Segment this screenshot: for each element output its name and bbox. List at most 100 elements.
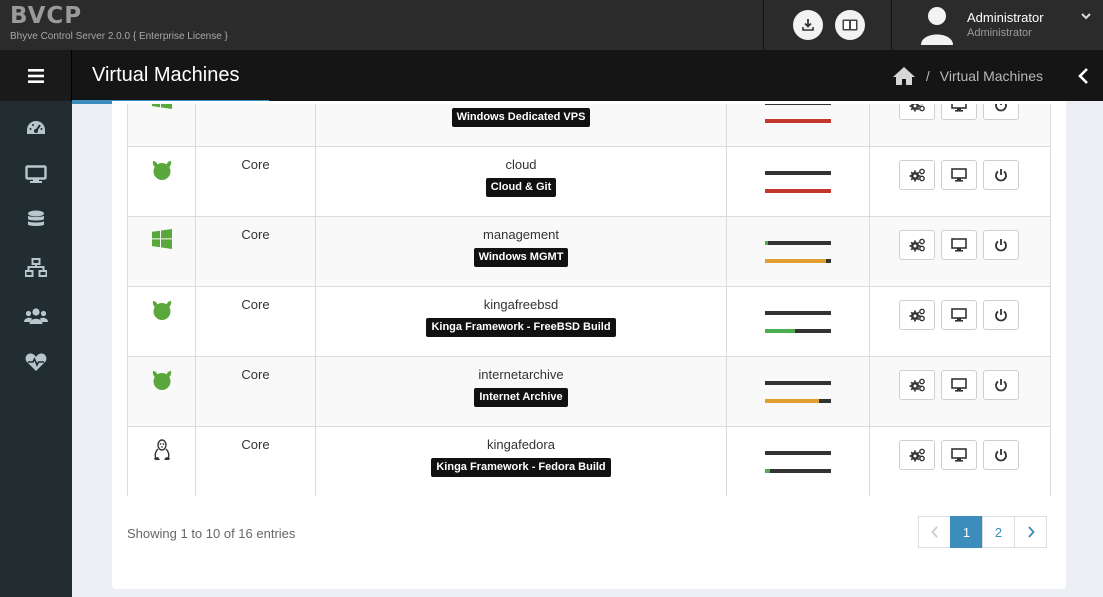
os-cell xyxy=(127,104,196,147)
avatar xyxy=(919,5,955,45)
memory-usage-bar xyxy=(765,189,831,193)
vm-description-badge: Kinga Framework - Fedora Build xyxy=(431,458,611,477)
memory-usage-bar xyxy=(765,259,831,263)
memory-usage-bar xyxy=(765,329,831,333)
settings-icon xyxy=(909,308,925,322)
os-cell xyxy=(127,356,196,427)
chevron-left-icon xyxy=(930,526,938,538)
table-row[interactable]: Core management Windows MGMT xyxy=(127,216,1051,287)
vm-settings-button[interactable] xyxy=(899,104,935,120)
vm-power-button[interactable] xyxy=(983,104,1019,120)
sidebar xyxy=(0,101,72,597)
hamburger-icon xyxy=(27,68,44,83)
download-button[interactable] xyxy=(792,10,823,40)
user-avatar-icon xyxy=(921,7,953,45)
sidebar-item-health[interactable] xyxy=(0,339,72,385)
vm-usage-cell xyxy=(726,146,870,217)
vm-name[interactable]: kingafedora xyxy=(316,437,726,452)
vm-table-viewport[interactable]: Windows Dedicated VPS Core cloud Cloud & Gi… xyxy=(112,104,1066,496)
power-icon xyxy=(995,169,1007,182)
vm-actions xyxy=(899,370,1050,400)
user-menu[interactable]: Administrator Administrator xyxy=(893,0,1103,50)
memory-usage-bar xyxy=(765,119,831,123)
vm-type: Core xyxy=(195,146,316,217)
heartbeat-icon xyxy=(25,353,47,371)
vm-console-button[interactable] xyxy=(941,300,977,330)
vm-settings-button[interactable] xyxy=(899,160,935,190)
vm-actions-cell xyxy=(869,286,1051,357)
vm-usage-cell xyxy=(726,426,870,496)
vm-name-cell: Windows Dedicated VPS xyxy=(315,104,727,147)
vm-table: Windows Dedicated VPS Core cloud Cloud & Gi… xyxy=(127,104,1051,496)
database-icon xyxy=(28,210,44,226)
vm-power-button[interactable] xyxy=(983,160,1019,190)
freebsd-icon xyxy=(152,371,171,390)
breadcrumb-separator: / xyxy=(925,67,930,84)
vm-console-button[interactable] xyxy=(941,440,977,470)
vm-console-button[interactable] xyxy=(941,230,977,260)
cpu-usage-bar xyxy=(765,171,831,175)
vm-name-cell: kingafreebsd Kinga Framework - FreeBSD Bu… xyxy=(315,286,727,357)
table-row[interactable]: Windows Dedicated VPS xyxy=(127,104,1051,147)
memory-usage-bar-fill xyxy=(765,399,820,403)
pagination-page-2[interactable]: 2 xyxy=(982,516,1015,548)
vm-power-button[interactable] xyxy=(983,230,1019,260)
language-button[interactable] xyxy=(834,10,865,40)
breadcrumb: / Virtual Machines xyxy=(892,50,1043,101)
users-icon xyxy=(24,308,48,324)
vm-name-cell: internetarchive Internet Archive xyxy=(315,356,727,427)
os-cell xyxy=(127,146,196,217)
vm-power-button[interactable] xyxy=(983,300,1019,330)
table-row[interactable]: Core cloud Cloud & Git xyxy=(127,146,1051,217)
vm-type: Core xyxy=(195,286,316,357)
page-header-bar: Virtual Machines / Virtual Machines xyxy=(0,50,1103,101)
monitor-icon xyxy=(25,165,47,183)
menu-toggle-button[interactable] xyxy=(0,50,72,101)
vm-name[interactable]: kingafreebsd xyxy=(316,297,726,312)
vm-console-button[interactable] xyxy=(941,370,977,400)
vm-settings-button[interactable] xyxy=(899,440,935,470)
vm-console-button[interactable] xyxy=(941,160,977,190)
chevron-right-icon xyxy=(1027,526,1035,538)
pagination-previous[interactable] xyxy=(918,516,951,548)
windows-icon xyxy=(151,104,172,109)
memory-usage-bar xyxy=(765,399,831,403)
language-icon xyxy=(842,19,857,31)
power-icon xyxy=(995,239,1007,252)
home-icon[interactable] xyxy=(892,66,916,86)
cpu-usage-bar xyxy=(765,381,831,385)
chevron-left-icon[interactable] xyxy=(1077,67,1089,85)
vm-usage-cell xyxy=(726,356,870,427)
table-row[interactable]: Core kingafreebsd Kinga Framework - FreeBS… xyxy=(127,286,1051,357)
brand[interactable]: BVCP Bhyve Control Server 2.0.0 { Enterp… xyxy=(0,0,763,50)
pagination-next[interactable] xyxy=(1014,516,1047,548)
chevron-down-icon[interactable] xyxy=(1081,12,1091,20)
vm-description-badge: Windows Dedicated VPS xyxy=(451,108,591,127)
sidebar-item-storage[interactable] xyxy=(0,197,72,243)
vm-console-button[interactable] xyxy=(941,104,977,120)
vm-name[interactable]: internetarchive xyxy=(316,367,726,382)
vm-name[interactable]: cloud xyxy=(316,157,726,172)
pagination-page-1[interactable]: 1 xyxy=(950,516,983,548)
vm-power-button[interactable] xyxy=(983,370,1019,400)
vm-settings-button[interactable] xyxy=(899,300,935,330)
download-icon xyxy=(801,19,814,31)
sidebar-item-network[interactable] xyxy=(0,245,72,291)
vm-power-button[interactable] xyxy=(983,440,1019,470)
sidebar-item-dashboard[interactable] xyxy=(0,105,72,151)
vm-settings-button[interactable] xyxy=(899,230,935,260)
cpu-usage-bar xyxy=(765,311,831,315)
cpu-usage-bar-fill xyxy=(765,241,769,245)
entries-info: Showing 1 to 10 of 16 entries xyxy=(127,526,296,541)
vm-settings-button[interactable] xyxy=(899,370,935,400)
power-icon xyxy=(995,379,1007,392)
vm-description-badge: Internet Archive xyxy=(474,388,568,407)
vm-name[interactable]: management xyxy=(316,227,726,242)
sidebar-item-users[interactable] xyxy=(0,293,72,339)
table-row[interactable]: Core internetarchive Internet Archive xyxy=(127,356,1051,427)
freebsd-icon xyxy=(152,161,171,180)
os-cell xyxy=(127,216,196,287)
sidebar-item-virtual-machines[interactable] xyxy=(0,151,72,197)
vm-usage-cell xyxy=(726,104,870,147)
table-row[interactable]: Core kingafedora Kinga Framework - Fedora … xyxy=(127,426,1051,496)
